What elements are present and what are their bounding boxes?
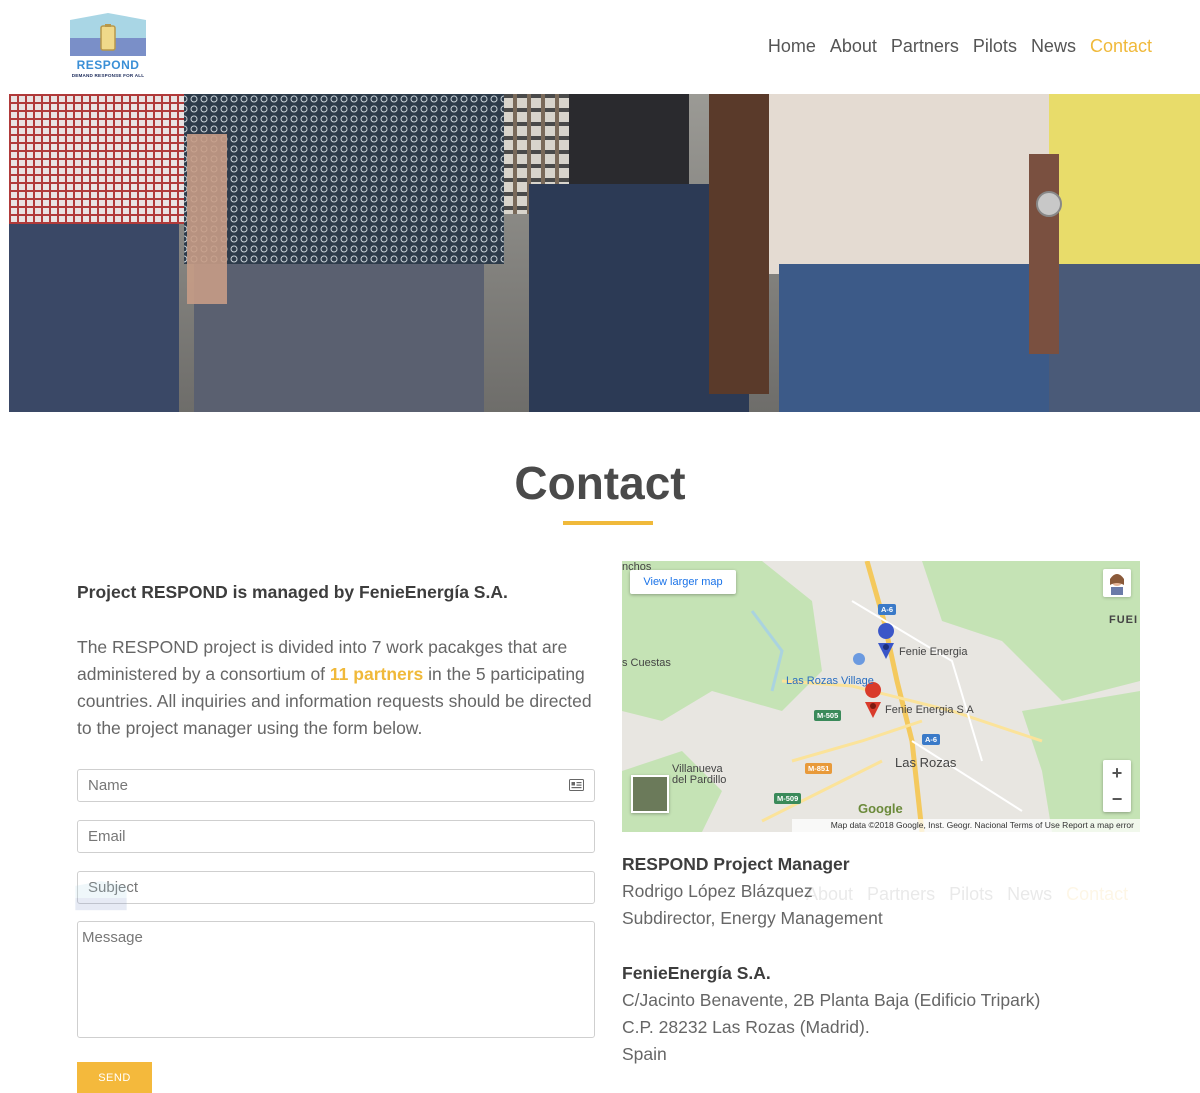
company-address-line1: C/Jacinto Benavente, 2B Planta Baja (Edi… <box>622 990 1041 1010</box>
nav-about[interactable]: About <box>830 36 877 57</box>
map-tiles <box>622 561 1140 832</box>
site-header: RESPOND DEMAND RESPONSE FOR ALL Home Abo… <box>0 0 1200 94</box>
view-larger-map-link[interactable]: View larger map <box>630 570 736 594</box>
map-label-rozas-village: Las Rozas Village <box>786 675 874 687</box>
road-badge-m505: M-505 <box>814 710 842 721</box>
contact-card-icon <box>569 779 584 791</box>
map-label-fenie-energia[interactable]: Fenie Energia <box>899 646 968 658</box>
name-input[interactable] <box>77 769 595 802</box>
map-zoom-control: + − <box>1103 760 1131 812</box>
manager-name: Rodrigo López Blázquez <box>622 881 813 901</box>
page-title: Contact <box>514 457 686 509</box>
road-badge-m509: M-509 <box>774 793 802 804</box>
title-underline <box>563 521 653 525</box>
manager-role: Subdirector, Energy Management <box>622 908 883 928</box>
satellite-toggle[interactable] <box>631 775 669 813</box>
company-country: Spain <box>622 1044 667 1064</box>
map-label-cuestas: s Cuestas <box>622 657 671 669</box>
nav-contact[interactable]: Contact <box>1090 36 1152 57</box>
road-badge-m851: M-851 <box>805 763 833 774</box>
nav-pilots[interactable]: Pilots <box>973 36 1017 57</box>
hero-image <box>9 94 1200 412</box>
subject-input[interactable] <box>77 871 595 904</box>
google-logo: Google <box>858 801 903 816</box>
company-heading: FenieEnergía S.A. <box>622 963 771 983</box>
ghost-nav-partners: Partners <box>867 884 936 904</box>
ghost-nav-contact: Contact <box>1066 884 1129 904</box>
respond-logo[interactable]: RESPOND DEMAND RESPONSE FOR ALL <box>62 12 154 82</box>
nav-home[interactable]: Home <box>768 36 816 57</box>
manager-heading: RESPOND Project Manager <box>622 854 850 874</box>
message-textarea[interactable] <box>77 921 595 1038</box>
map-attribution[interactable]: Map data ©2018 Google, Inst. Geogr. Naci… <box>792 819 1140 832</box>
zoom-out-button[interactable]: − <box>1103 786 1131 812</box>
road-badge-a6-south: A-6 <box>922 734 941 745</box>
map-label-pardillo: del Pardillo <box>672 774 727 786</box>
send-button[interactable]: SEND <box>77 1062 152 1093</box>
ghost-nav-pilots: Pilots <box>949 884 994 904</box>
map-label-fue: FUEI <box>1109 614 1139 626</box>
user-avatar-icon[interactable] <box>1103 569 1131 597</box>
ghost-nav: About Partners Pilots News Contact <box>806 884 1128 905</box>
main-nav: Home About Partners Pilots News Contact <box>768 36 1152 57</box>
logo-wordmark: RESPOND <box>76 58 140 72</box>
logo-house-icon <box>70 13 146 56</box>
map-label-las-rozas: Las Rozas <box>895 755 957 770</box>
hero-people-photo <box>9 94 1200 412</box>
location-map[interactable]: View larger map nchos s Cuestas FUEI Las… <box>622 561 1140 832</box>
intro-paragraph: The RESPOND project is divided into 7 wo… <box>77 634 597 742</box>
road-badge-a6-north: A-6 <box>878 604 897 615</box>
partners-link[interactable]: 11 partners <box>330 664 423 684</box>
nav-partners[interactable]: Partners <box>891 36 959 57</box>
ghost-nav-about: About <box>806 884 854 904</box>
nav-news[interactable]: News <box>1031 36 1076 57</box>
logo-tagline: DEMAND RESPONSE FOR ALL <box>71 73 145 78</box>
zoom-in-button[interactable]: + <box>1103 760 1131 786</box>
ghost-logo-icon <box>75 881 127 911</box>
email-input[interactable] <box>77 820 595 853</box>
map-label-fenie-energia-sa[interactable]: Fenie Energia S A <box>885 704 974 716</box>
company-address-line2: C.P. 28232 Las Rozas (Madrid). <box>622 1017 870 1037</box>
map-label-nchos: nchos <box>622 561 652 573</box>
ghost-nav-news: News <box>1007 884 1053 904</box>
managed-by-heading: Project RESPOND is managed by FenieEnerg… <box>77 582 508 602</box>
